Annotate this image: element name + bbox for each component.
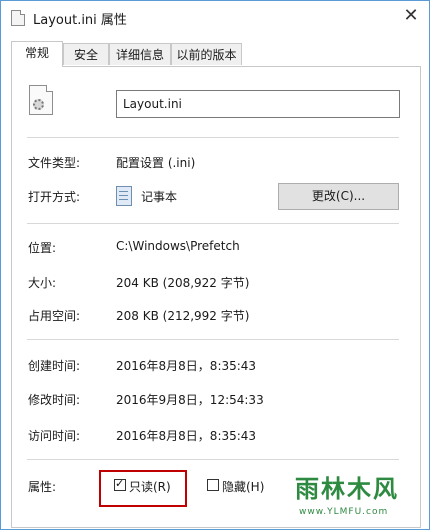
ini-file-icon: [29, 85, 53, 115]
window-title: Layout.ini 属性: [33, 13, 127, 28]
watermark: 雨林木风 www.YLMFU.com: [295, 467, 425, 525]
open-with-value: 记事本: [141, 190, 178, 204]
size-value: 204 KB (208,922 字节): [116, 276, 250, 290]
tab-general[interactable]: 常规: [11, 41, 63, 67]
hidden-label: 隐藏(H): [222, 480, 265, 494]
properties-window: Layout.ini 属性 ✕ 常规 安全 详细信息 以前的版本 文件类型: 配…: [0, 0, 430, 530]
hidden-check-box[interactable]: [207, 479, 219, 491]
tab-security[interactable]: 安全: [63, 43, 109, 65]
size-label: 大小:: [28, 276, 57, 290]
highlight-box: [99, 470, 187, 507]
title-bar: Layout.ini 属性 ✕: [1, 1, 429, 33]
gear-icon: [33, 99, 44, 110]
open-with-label: 打开方式:: [28, 190, 81, 204]
change-button[interactable]: 更改(C)...: [278, 183, 399, 210]
file-type-label: 文件类型:: [28, 156, 81, 170]
separator: [27, 223, 399, 224]
location-value: C:\Windows\Prefetch: [116, 239, 240, 253]
file-type-value: 配置设置 (.ini): [116, 156, 196, 170]
watermark-text: 雨林木风: [295, 475, 399, 503]
attributes-label: 属性:: [28, 480, 57, 494]
watermark-url: www.YLMFU.com: [299, 507, 389, 517]
accessed-value: 2016年8月8日，8:35:43: [116, 429, 257, 443]
created-label: 创建时间:: [28, 359, 81, 373]
created-value: 2016年8月8日，8:35:43: [116, 359, 257, 373]
file-icon: [11, 10, 25, 26]
notepad-icon: [116, 186, 132, 206]
accessed-label: 访问时间:: [28, 429, 81, 443]
modified-label: 修改时间:: [28, 393, 81, 407]
separator: [27, 137, 399, 138]
separator: [27, 339, 399, 340]
location-label: 位置:: [28, 241, 57, 255]
close-button[interactable]: ✕: [397, 3, 425, 29]
modified-value: 2016年9月8日，12:54:33: [116, 393, 264, 407]
file-name-input[interactable]: [116, 90, 400, 118]
size-on-disk-label: 占用空间:: [28, 309, 81, 323]
tab-details[interactable]: 详细信息: [109, 43, 171, 65]
tab-previous-versions[interactable]: 以前的版本: [171, 43, 242, 65]
size-on-disk-value: 208 KB (212,992 字节): [116, 309, 250, 323]
separator: [27, 459, 399, 460]
